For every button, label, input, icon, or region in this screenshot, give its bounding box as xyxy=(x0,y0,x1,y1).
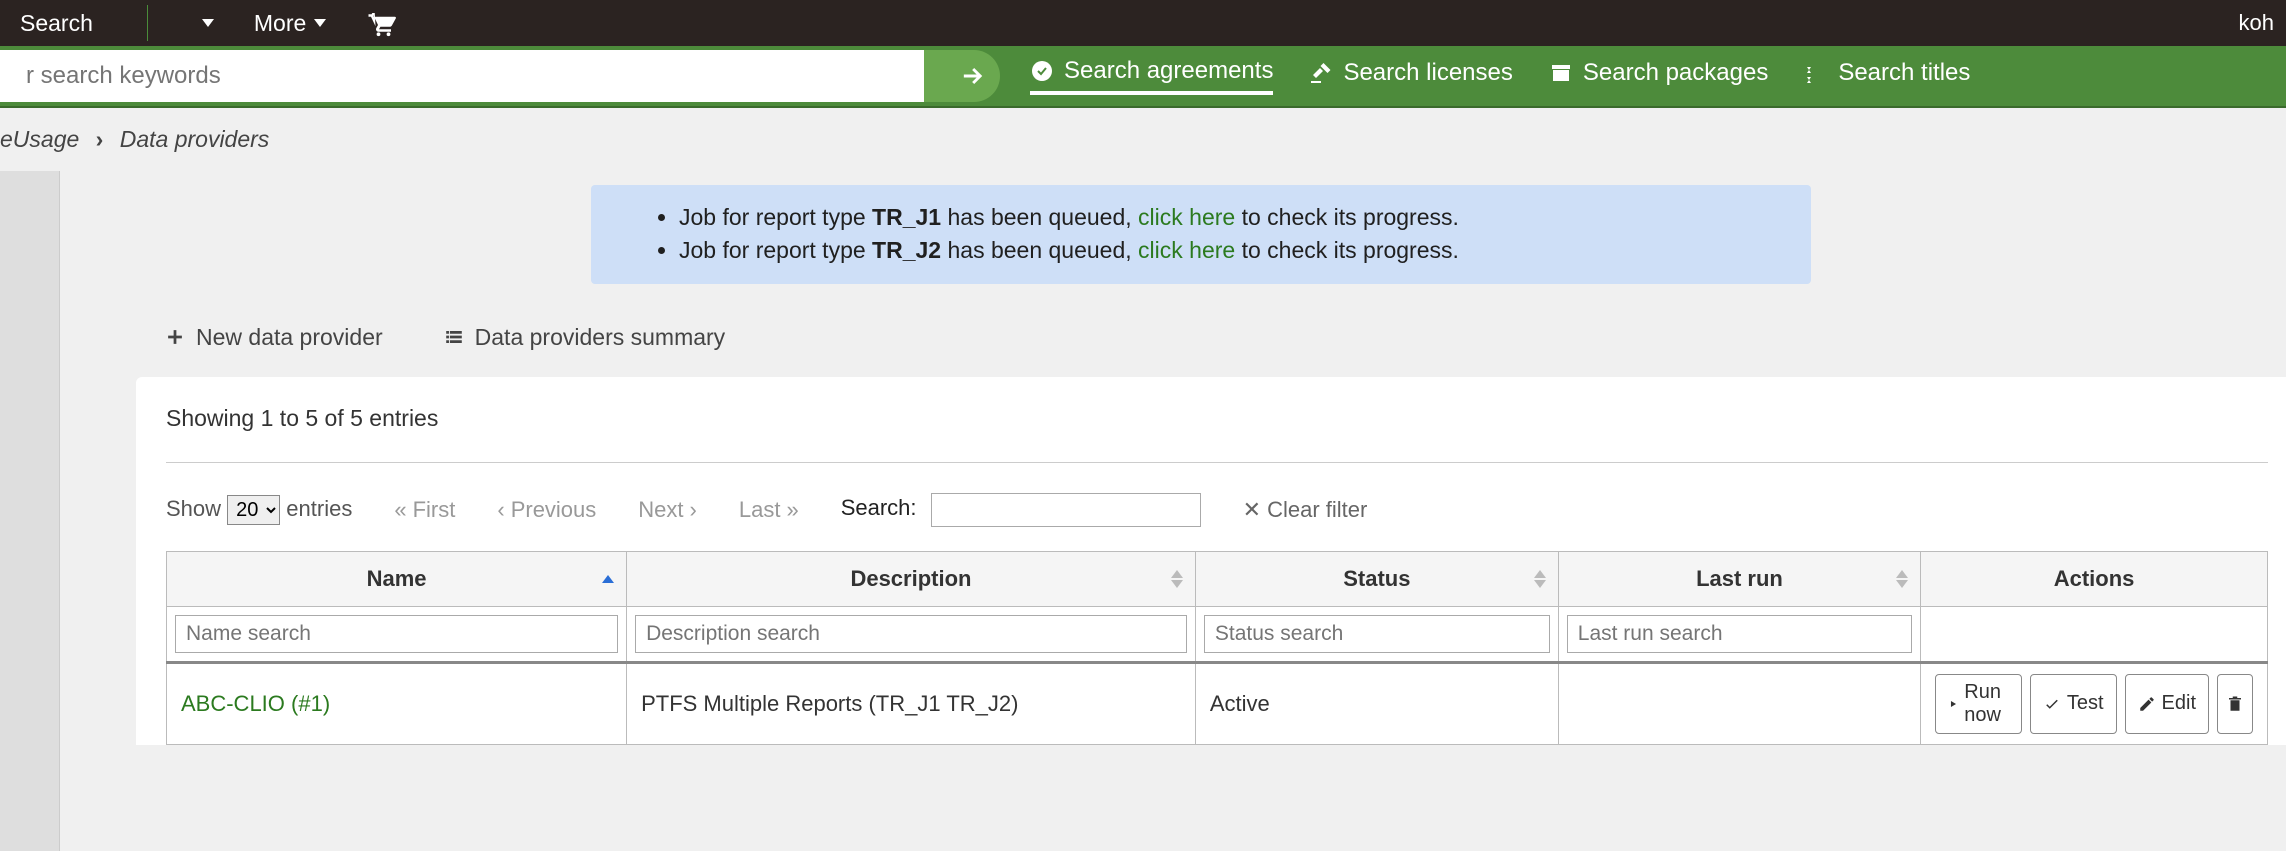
col-last-run[interactable]: Last run xyxy=(1558,551,1920,606)
run-now-button[interactable]: Run now xyxy=(1935,674,2022,734)
topnav-more[interactable]: More xyxy=(254,10,326,37)
notice-progress-link[interactable]: click here xyxy=(1138,237,1235,263)
tbtn-label: Data providers summary xyxy=(475,324,726,351)
topnav-search-caret[interactable] xyxy=(202,19,214,27)
provider-last-run xyxy=(1558,662,1920,744)
notice-item: Job for report type TR_J2 has been queue… xyxy=(679,234,1783,267)
table-search-input[interactable] xyxy=(931,493,1201,527)
caret-down-icon xyxy=(202,19,214,27)
sort-az-icon xyxy=(1804,61,1828,85)
tab-search-titles[interactable]: Search titles xyxy=(1804,59,1970,93)
topnav-divider xyxy=(147,5,148,41)
chevron-left-icon: ‹ xyxy=(497,497,504,523)
queued-jobs-notice: Job for report type TR_J1 has been queue… xyxy=(591,185,1811,284)
filter-actions-empty xyxy=(1921,606,2268,662)
breadcrumb-sep: › xyxy=(96,126,104,152)
col-status[interactable]: Status xyxy=(1195,551,1558,606)
pager-next[interactable]: Next › xyxy=(638,497,697,523)
breadcrumb: eUsage › Data providers xyxy=(0,108,2286,171)
edit-button[interactable]: Edit xyxy=(2125,674,2209,734)
col-actions: Actions xyxy=(1921,551,2268,606)
notice-item: Job for report type TR_J1 has been queue… xyxy=(679,201,1783,234)
clear-filter-button[interactable]: ✕ Clear filter xyxy=(1243,497,1368,523)
sort-indicator xyxy=(1171,570,1183,588)
keyword-search-wrap xyxy=(0,50,960,102)
list-icon xyxy=(443,326,465,348)
play-icon xyxy=(1948,695,1958,713)
breadcrumb-section[interactable]: eUsage xyxy=(0,126,79,152)
new-data-provider-button[interactable]: New data provider xyxy=(164,324,383,351)
topnav-search[interactable]: Search xyxy=(20,10,93,37)
entries-per-page: Show 20 entries xyxy=(166,495,352,525)
topnav-more-label: More xyxy=(254,10,306,37)
entries-select[interactable]: 20 xyxy=(227,495,280,525)
gavel-icon xyxy=(1309,61,1333,85)
tab-label: Search licenses xyxy=(1343,59,1512,87)
pager-previous[interactable]: ‹ Previous xyxy=(497,497,596,523)
provider-status: Active xyxy=(1195,662,1558,744)
sort-indicator xyxy=(602,575,614,583)
col-description[interactable]: Description xyxy=(627,551,1196,606)
entries-showing: Showing 1 to 5 of 5 entries xyxy=(166,405,2268,432)
topnav-search-label: Search xyxy=(20,10,93,37)
delete-button[interactable] xyxy=(2217,674,2253,734)
tbtn-label: New data provider xyxy=(196,324,383,351)
left-sidebar xyxy=(0,171,60,851)
cart-button[interactable] xyxy=(366,8,396,38)
keyword-search-input[interactable] xyxy=(26,62,934,90)
tab-search-packages[interactable]: Search packages xyxy=(1549,59,1768,93)
plus-icon xyxy=(164,326,186,348)
pencil-icon xyxy=(2138,695,2156,713)
check-icon xyxy=(2043,695,2061,713)
filter-status[interactable] xyxy=(1204,615,1550,653)
chevrons-right-icon: » xyxy=(786,497,798,523)
caret-down-icon xyxy=(314,19,326,27)
provider-name-link[interactable]: ABC-CLIO (#1) xyxy=(181,691,330,716)
col-name[interactable]: Name xyxy=(167,551,627,606)
filter-description[interactable] xyxy=(635,615,1187,653)
tab-search-licenses[interactable]: Search licenses xyxy=(1309,59,1512,93)
check-circle-icon xyxy=(1030,59,1054,83)
data-providers-table: Name Description Status Last run xyxy=(166,551,2268,745)
sort-indicator xyxy=(1534,570,1546,588)
trash-icon xyxy=(2226,695,2244,713)
tab-search-agreements[interactable]: Search agreements xyxy=(1030,57,1273,95)
breadcrumb-page: Data providers xyxy=(120,126,270,152)
x-icon: ✕ xyxy=(1243,497,1261,523)
chevrons-left-icon: « xyxy=(394,497,406,523)
user-label: koh xyxy=(2239,10,2274,35)
tab-label: Search titles xyxy=(1838,59,1970,87)
table-search: Search: xyxy=(841,493,1201,527)
table-search-label: Search: xyxy=(841,495,917,520)
keyword-search-submit[interactable] xyxy=(924,50,1000,102)
chevron-right-icon: › xyxy=(690,497,697,523)
cart-icon xyxy=(366,8,396,38)
tab-label: Search agreements xyxy=(1064,57,1273,85)
data-providers-summary-button[interactable]: Data providers summary xyxy=(443,324,726,351)
table-row: ABC-CLIO (#1) PTFS Multiple Reports (TR_… xyxy=(167,662,2268,744)
sort-indicator xyxy=(1896,570,1908,588)
test-button[interactable]: Test xyxy=(2030,674,2117,734)
filter-last-run[interactable] xyxy=(1567,615,1912,653)
user-menu[interactable]: koh xyxy=(2239,10,2274,36)
provider-description: PTFS Multiple Reports (TR_J1 TR_J2) xyxy=(627,662,1196,744)
filter-name[interactable] xyxy=(175,615,618,653)
tab-label: Search packages xyxy=(1583,59,1768,87)
pager-last[interactable]: Last » xyxy=(739,497,799,523)
pager-first[interactable]: « First xyxy=(394,497,455,523)
archive-icon xyxy=(1549,61,1573,85)
arrow-right-icon xyxy=(958,62,986,90)
notice-progress-link[interactable]: click here xyxy=(1138,204,1235,230)
